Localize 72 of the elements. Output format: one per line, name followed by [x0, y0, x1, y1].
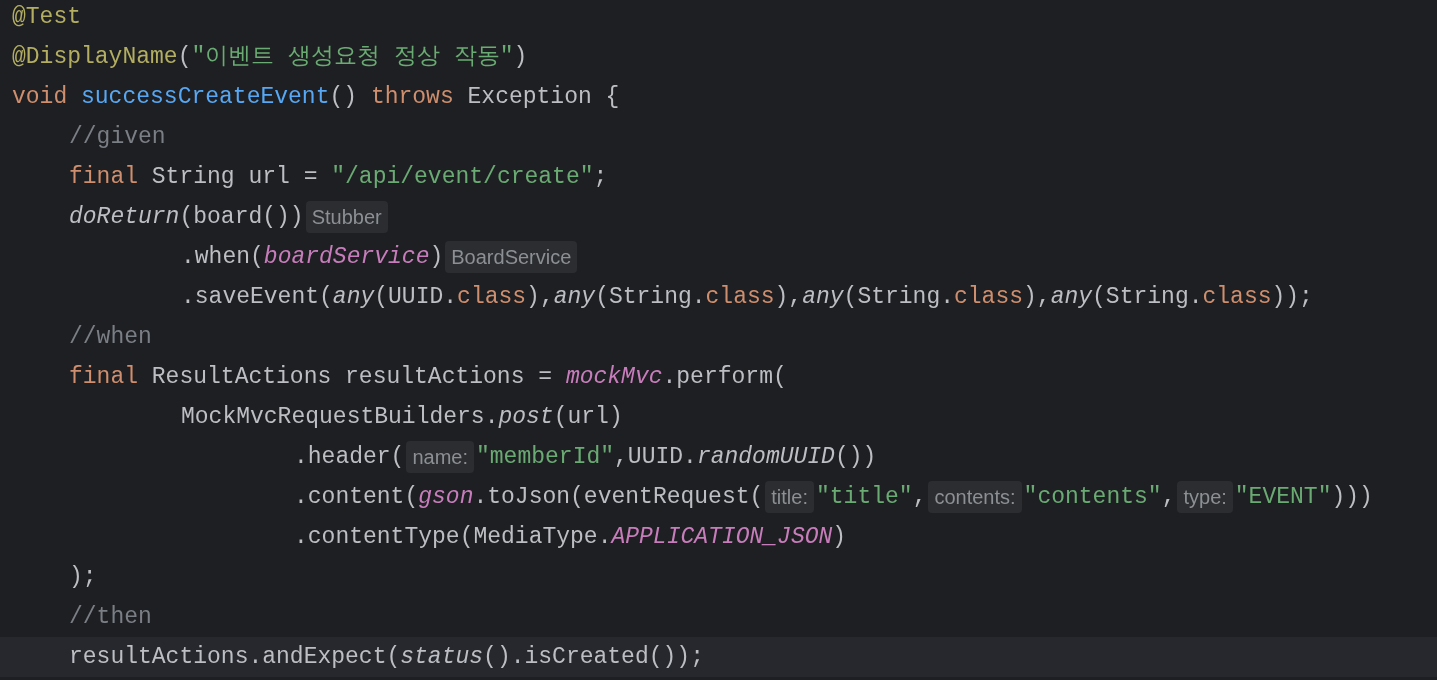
code-token: (board()): [179, 202, 304, 232]
code-token: randomUUID: [696, 442, 835, 472]
code-token: status: [400, 642, 484, 672]
code-token: ),: [526, 282, 554, 312]
inlay-hint: contents:: [928, 481, 1022, 513]
code-token: (url): [553, 402, 623, 432]
code-token: APPLICATION_JSON: [611, 522, 833, 552]
code-token: MockMvcRequestBuilders.: [181, 402, 499, 432]
code-token: any: [553, 282, 596, 312]
code-token: "이벤트 생성요청 정상 작동": [191, 42, 514, 72]
inlay-hint: type:: [1177, 481, 1233, 513]
code-token: );: [69, 562, 97, 592]
code-token: class: [705, 282, 775, 312]
code-token: "title": [816, 482, 913, 512]
code-token: ().isCreated());: [483, 642, 704, 672]
code-token: ,: [1161, 482, 1176, 512]
code-token: class: [457, 282, 527, 312]
code-token: "contents": [1023, 482, 1162, 512]
code-token: ): [429, 242, 444, 272]
code-token: ResultActions resultActions =: [150, 362, 554, 392]
code-token: //given: [69, 122, 166, 152]
code-token: "memberId": [476, 442, 615, 472]
code-token: (String.: [595, 282, 706, 312]
code-token: .saveEvent(: [181, 282, 333, 312]
code-token: mockMvc: [565, 362, 663, 392]
code-token: any: [332, 282, 375, 312]
code-token: .header(: [294, 442, 405, 472]
code-token: (: [177, 42, 192, 72]
code-token: .content(: [294, 482, 419, 512]
code-token: ),: [774, 282, 803, 312]
code-token: class: [1202, 282, 1272, 312]
inlay-hint: Stubber: [305, 201, 388, 233]
code-token: class: [954, 282, 1024, 312]
code-token: .toJson(eventRequest(: [473, 482, 764, 512]
code-token: ),: [1023, 282, 1051, 312]
code-token: (): [329, 82, 359, 112]
code-token: //then: [69, 602, 152, 632]
code-token: ))): [1331, 482, 1373, 512]
code-token: @Test: [12, 2, 81, 32]
code-token: ()): [834, 442, 877, 472]
inlay-hint: title:: [765, 481, 814, 513]
code-token: ));: [1271, 282, 1313, 312]
code-token: boardService: [263, 242, 430, 272]
code-token: successCreateEvent: [81, 82, 330, 112]
code-token: gson: [418, 482, 474, 512]
code-token: //when: [69, 322, 152, 352]
code-token: ,UUID.: [614, 442, 697, 472]
code-token: ): [513, 42, 528, 72]
code-token: throws: [370, 82, 454, 112]
code-token: ,: [912, 482, 927, 512]
code-token: String url =: [150, 162, 319, 192]
code-token: resultActions.andExpect(: [69, 642, 401, 672]
code-token: .when(: [181, 242, 264, 272]
code-token: any: [1050, 282, 1093, 312]
code-token: doReturn: [69, 202, 180, 232]
code-token: "/api/event/create": [331, 162, 594, 192]
code-token: .perform(: [662, 362, 787, 392]
code-token: Exception {: [466, 82, 620, 112]
code-token: any: [802, 282, 844, 312]
code-token: @DisplayName: [12, 42, 178, 72]
code-token: (String.: [843, 282, 954, 312]
code-token: final: [69, 362, 138, 392]
code-token: ): [832, 522, 847, 552]
code-token: (UUID.: [374, 282, 458, 312]
code-token: void: [12, 82, 69, 112]
code-token: "EVENT": [1234, 482, 1332, 512]
code-token: post: [498, 402, 554, 432]
inlay-hint: BoardService: [445, 241, 578, 273]
code-token: (String.: [1092, 282, 1203, 312]
inlay-hint: name:: [406, 441, 474, 473]
code-token: ;: [593, 162, 608, 192]
code-token: final: [69, 162, 138, 192]
